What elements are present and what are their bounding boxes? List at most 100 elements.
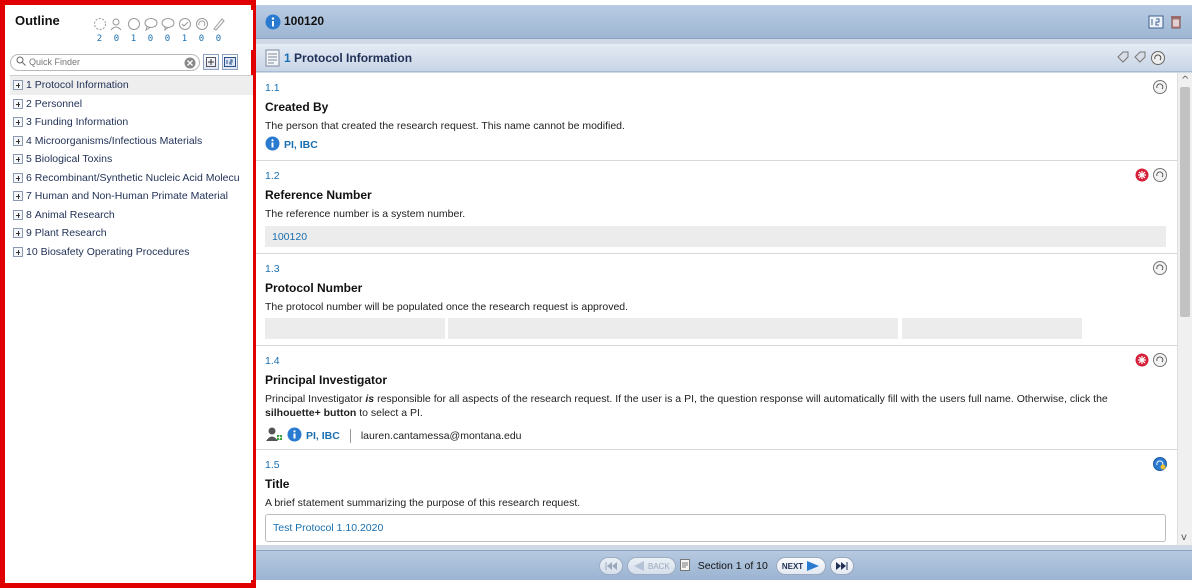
- desc-emphasis: is: [365, 393, 375, 405]
- outline-item-number: 3: [26, 116, 32, 129]
- expand-icon[interactable]: [13, 154, 23, 165]
- outline-item-personnel[interactable]: 2 Personnel: [10, 95, 253, 114]
- numbering-icon[interactable]: [1148, 14, 1164, 33]
- expand-icon[interactable]: [13, 228, 23, 239]
- outline-item-number: 4: [26, 134, 32, 147]
- question-description: The reference number is a system number.: [265, 208, 466, 220]
- quick-finder-input[interactable]: [29, 57, 179, 67]
- comment-refresh-icon[interactable]: [194, 16, 209, 31]
- scrollbar[interactable]: ^ v: [1177, 73, 1192, 545]
- info-icon[interactable]: [287, 427, 302, 445]
- question-title: Created By: [265, 100, 329, 114]
- question-actions: [1152, 79, 1168, 98]
- section-title: 1 Protocol Information: [284, 51, 412, 65]
- question-number: 1.4: [265, 355, 280, 367]
- expand-icon[interactable]: [13, 135, 23, 146]
- expand-icon[interactable]: [13, 98, 23, 109]
- outline-item-recombinant[interactable]: 6 Recombinant/Synthetic Nucleic Acid Mol…: [10, 169, 253, 188]
- record-header: 100120: [256, 5, 1192, 39]
- comment-icon[interactable]: [1152, 79, 1168, 98]
- main-panel: 100120 1 Protocol Information 1.1 Create…: [256, 5, 1192, 580]
- outline-item-number: 5: [26, 153, 32, 166]
- info-icon[interactable]: [265, 14, 281, 33]
- trash-icon[interactable]: [1168, 14, 1184, 33]
- document-icon: [265, 49, 281, 70]
- outline-item-number: 2: [26, 97, 32, 110]
- tag-icon[interactable]: [1116, 50, 1130, 69]
- scroll-thumb[interactable]: [1180, 87, 1190, 317]
- comment-icon[interactable]: [160, 16, 175, 31]
- outline-item-microorganisms[interactable]: 4 Microorganisms/Infectious Materials: [10, 132, 253, 151]
- info-icon[interactable]: [265, 136, 280, 154]
- scroll-down-icon[interactable]: v: [1181, 532, 1187, 543]
- header-actions: [1148, 14, 1184, 33]
- comment-icon[interactable]: [1152, 167, 1168, 186]
- expand-icon[interactable]: [13, 80, 23, 91]
- desc-bold: silhouette+ button: [265, 407, 357, 419]
- section-navigation: BACK Section 1 of 10 NEXT: [256, 550, 1192, 580]
- title-input[interactable]: Test Protocol 1.10.2020: [265, 514, 1166, 542]
- alert-icon[interactable]: [1134, 167, 1150, 186]
- outline-item-biological-toxins[interactable]: 5 Biological Toxins: [10, 150, 253, 169]
- question-title: Protocol Number: [265, 281, 363, 295]
- outline-item-primate-material[interactable]: 7 Human and Non-Human Primate Material: [10, 187, 253, 206]
- outline-item-label: Personnel: [34, 97, 83, 110]
- expand-icon[interactable]: [13, 209, 23, 220]
- section-actions: [1116, 50, 1166, 69]
- alert-icon[interactable]: [1134, 352, 1150, 371]
- outline-item-label: Funding Information: [34, 116, 129, 129]
- comment-active-icon[interactable]: [1152, 456, 1168, 475]
- expand-icon[interactable]: [13, 246, 23, 257]
- protocol-number-part-1: [265, 318, 445, 339]
- outline-item-label: Microorganisms/Infectious Materials: [34, 134, 203, 147]
- scroll-up-icon[interactable]: ^: [1181, 75, 1189, 86]
- first-section-button[interactable]: [599, 557, 623, 575]
- last-section-button[interactable]: [830, 557, 855, 575]
- outline-item-funding[interactable]: 3 Funding Information: [10, 113, 253, 132]
- expand-icon[interactable]: [13, 191, 23, 202]
- progress-icon[interactable]: [92, 16, 107, 31]
- clear-icon[interactable]: [184, 57, 196, 72]
- outline-item-label: Recombinant/Synthetic Nucleic Acid Molec…: [34, 171, 240, 184]
- outline-item-plant-research[interactable]: 9 Plant Research: [10, 224, 253, 243]
- numbering-toggle-button[interactable]: [222, 54, 238, 70]
- created-by-answer: PI, IBC: [265, 136, 318, 154]
- reference-number-value: 100120: [265, 226, 1166, 247]
- comment-check-icon[interactable]: [177, 16, 192, 31]
- question-created-by: 1.1 Created By The person that created t…: [256, 73, 1177, 161]
- search-icon: [16, 56, 26, 69]
- expand-icon[interactable]: [13, 172, 23, 183]
- person-check-icon[interactable]: [109, 16, 124, 31]
- outline-item-animal-research[interactable]: 8 Animal Research: [10, 206, 253, 225]
- comment-icon[interactable]: [1152, 352, 1168, 371]
- expand-all-button[interactable]: [203, 54, 219, 70]
- outline-list: 1 Protocol Information 2 Personnel 3 Fun…: [10, 75, 253, 580]
- outline-item-biosafety[interactable]: 10 Biosafety Operating Procedures: [10, 243, 253, 262]
- principal-investigator-link[interactable]: PI, IBC: [306, 430, 340, 442]
- back-button[interactable]: BACK: [627, 557, 676, 575]
- pen-icon[interactable]: [211, 16, 226, 31]
- question-number: 1.1: [265, 82, 280, 94]
- outline-item-number: 1: [26, 79, 32, 92]
- next-button[interactable]: NEXT: [775, 557, 827, 575]
- comment-refresh-icon[interactable]: [1150, 50, 1166, 69]
- status-count: 1: [130, 34, 137, 44]
- select-person-icon[interactable]: [265, 426, 283, 445]
- comment-icon[interactable]: [1152, 260, 1168, 279]
- outline-item-protocol-information[interactable]: 1 Protocol Information: [10, 76, 253, 95]
- section-header: 1 Protocol Information: [256, 44, 1192, 72]
- created-by-link[interactable]: PI, IBC: [284, 139, 318, 151]
- status-count: 0: [164, 34, 171, 44]
- status-count: 1: [181, 34, 188, 44]
- question-description: A brief statement summarizing the purpos…: [265, 497, 581, 509]
- circle-icon[interactable]: [126, 16, 141, 31]
- outline-item-label: Biological Toxins: [34, 153, 113, 166]
- outline-item-label: Human and Non-Human Primate Material: [34, 190, 228, 203]
- question-title: Principal Investigator: [265, 373, 388, 387]
- expand-icon[interactable]: [13, 117, 23, 128]
- speech-icon[interactable]: [143, 16, 158, 31]
- tag-icon[interactable]: [1133, 50, 1147, 69]
- quick-finder[interactable]: [10, 53, 200, 72]
- question-number: 1.2: [265, 170, 280, 182]
- outline-item-number: 7: [26, 190, 32, 203]
